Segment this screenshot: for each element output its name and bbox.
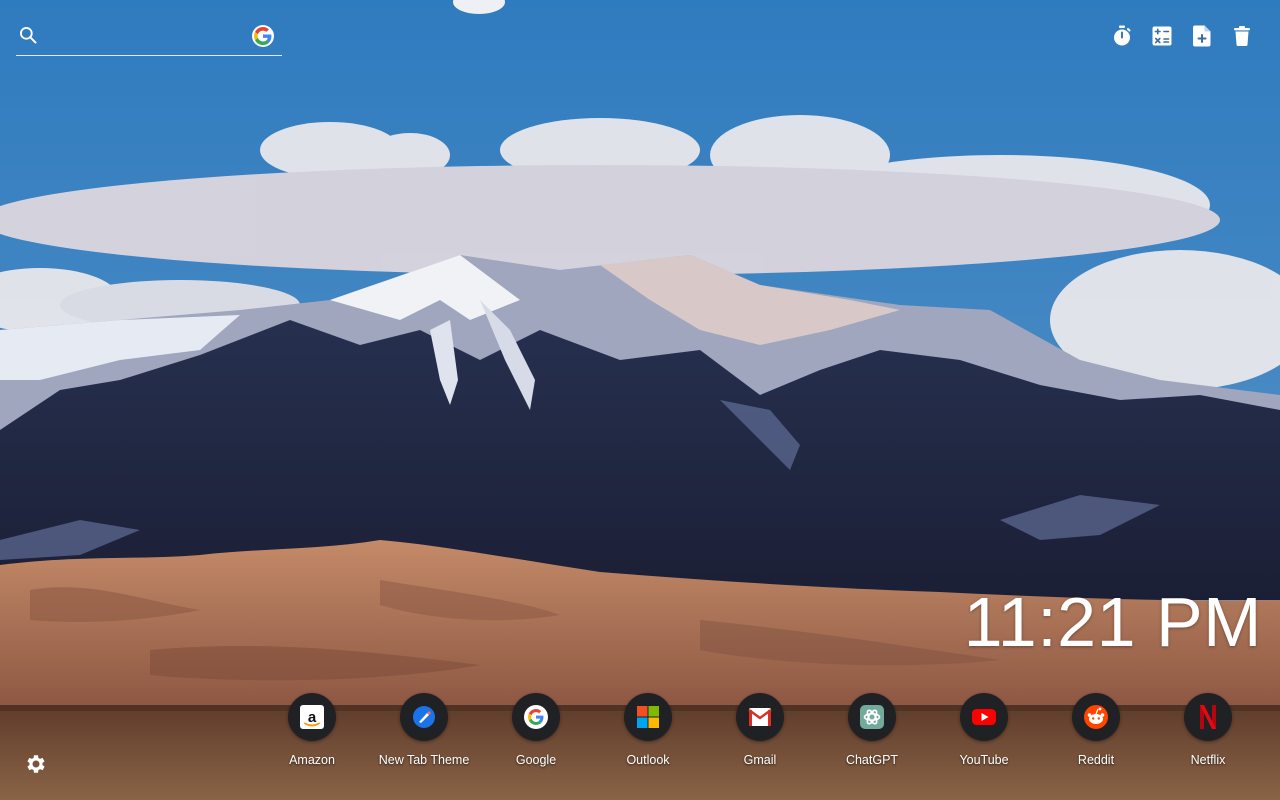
timer-icon[interactable] xyxy=(1110,24,1134,48)
search-icon[interactable] xyxy=(18,25,38,45)
shortcut-reddit[interactable]: Reddit xyxy=(1040,693,1152,767)
shortcut-label: Amazon xyxy=(289,753,335,767)
clock-time: 11:21 PM xyxy=(963,583,1262,661)
search-bar xyxy=(16,18,282,56)
shortcut-label: Netflix xyxy=(1190,753,1226,767)
shortcut-netflix[interactable]: Netflix xyxy=(1152,693,1264,767)
trash-icon[interactable] xyxy=(1230,24,1254,48)
shortcut-label: Reddit xyxy=(1077,753,1115,767)
amazon-icon: a xyxy=(288,693,336,741)
youtube-icon xyxy=(960,693,1008,741)
reddit-icon xyxy=(1072,693,1120,741)
shortcut-outlook[interactable]: Outlook xyxy=(592,693,704,767)
google-icon xyxy=(512,693,560,741)
shortcut-label: New Tab Theme xyxy=(378,753,470,767)
wallpaper-background xyxy=(0,0,1280,800)
add-note-icon[interactable] xyxy=(1190,24,1214,48)
shortcut-label: ChatGPT xyxy=(845,753,899,767)
calculator-icon[interactable] xyxy=(1150,24,1174,48)
toolbar xyxy=(1110,24,1254,48)
shortcut-label: Google xyxy=(515,753,557,767)
shortcut-gmail[interactable]: Gmail xyxy=(704,693,816,767)
shortcut-label: Gmail xyxy=(743,753,777,767)
shortcut-google[interactable]: Google xyxy=(480,693,592,767)
outlook-icon xyxy=(624,693,672,741)
shortcut-label: YouTube xyxy=(959,753,1009,767)
new-tab-theme-icon xyxy=(400,693,448,741)
search-input[interactable] xyxy=(50,23,244,49)
google-g-icon[interactable] xyxy=(252,25,274,47)
gmail-icon xyxy=(736,693,784,741)
svg-text:a: a xyxy=(308,709,317,726)
chatgpt-icon xyxy=(848,693,896,741)
shortcut-chatgpt[interactable]: ChatGPT xyxy=(816,693,928,767)
shortcut-amazon[interactable]: a Amazon xyxy=(256,693,368,767)
shortcut-label: Outlook xyxy=(626,753,670,767)
shortcuts-bar: a Amazon New Tab Theme Google Outlook Gm… xyxy=(256,693,1264,767)
shortcut-youtube[interactable]: YouTube xyxy=(928,693,1040,767)
shortcut-new-tab-theme[interactable]: New Tab Theme xyxy=(368,693,480,767)
gear-icon[interactable] xyxy=(24,752,48,776)
netflix-icon xyxy=(1184,693,1232,741)
